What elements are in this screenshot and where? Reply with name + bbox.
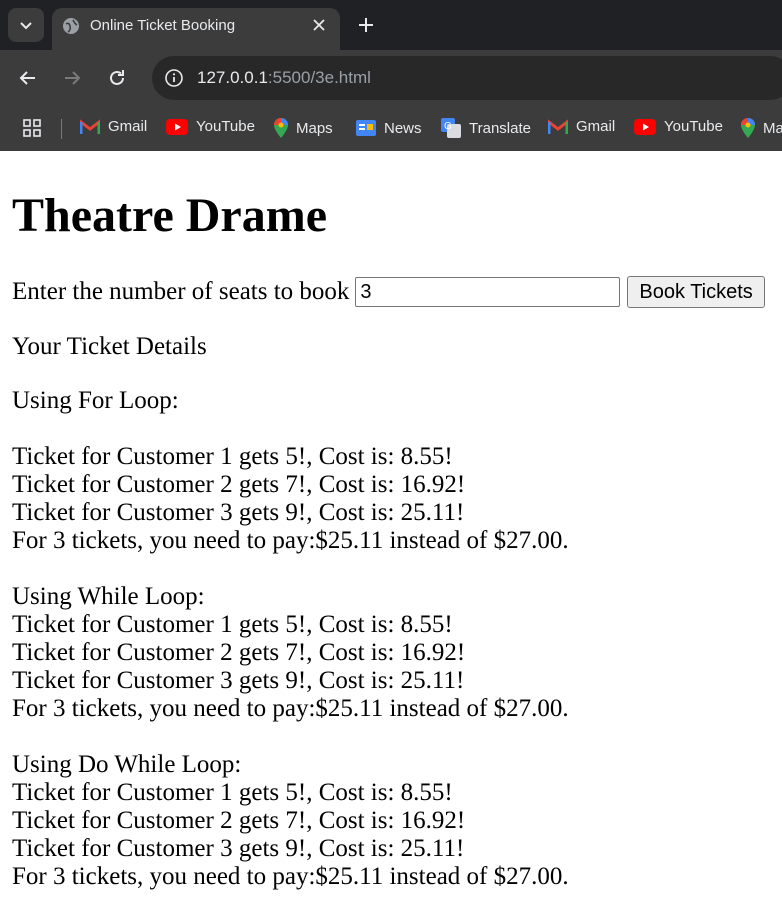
active-tab[interactable]: Online Ticket Booking [52,8,340,50]
close-tab-button[interactable] [310,16,328,34]
for-loop-heading: Using For Loop: [12,387,179,414]
output-total: For 3 tickets, you need to pay:$25.11 in… [12,695,569,722]
output-line: Ticket for Customer 1 gets 5!, Cost is: … [12,611,453,638]
gmail-icon [80,118,100,134]
output-line: Ticket for Customer 2 gets 7!, Cost is: … [12,639,466,666]
new-tab-button[interactable] [356,15,376,35]
ticket-output: Using For Loop: Ticket for Customer 1 ge… [12,387,569,891]
bookmark-youtube[interactable]: YouTube [166,118,255,135]
globe-icon [63,18,79,34]
apps-grid-icon [23,119,41,137]
bookmark-label: News [384,119,422,137]
reload-icon [110,70,124,85]
bookmark-label: YouTube [664,118,723,135]
output-line: Ticket for Customer 3 gets 9!, Cost is: … [12,667,465,694]
gmail-icon [548,118,568,134]
output-line: Ticket for Customer 3 gets 9!, Cost is: … [12,499,465,526]
tab-strip: Online Ticket Booking [0,0,782,50]
bookmark-maps[interactable]: Maps [274,118,333,138]
booking-form: Enter the number of seats to book Book T… [12,276,765,308]
svg-text:G: G [444,121,452,132]
bookmark-gmail-2[interactable]: Gmail [548,118,615,135]
apps-button[interactable] [22,118,42,138]
close-icon [313,19,325,31]
url-path: :5500/3e.html [267,68,371,87]
reload-button[interactable] [105,66,129,90]
chevron-down-icon [20,22,32,30]
bookmark-label: Translate [469,119,531,137]
maps-icon [274,118,288,138]
output-total: For 3 tickets, you need to pay:$25.11 in… [12,863,569,890]
bookmark-separator [61,119,62,139]
address-bar[interactable]: 127.0.0.1:5500/3e.html [152,56,782,100]
translate-icon: G [441,118,461,138]
ticket-details-heading: Your Ticket Details [12,333,207,360]
back-arrow-icon [19,71,35,85]
bookmark-news[interactable]: News [356,118,422,138]
seats-input[interactable] [355,277,621,307]
output-line: Ticket for Customer 2 gets 7!, Cost is: … [12,471,466,498]
bookmarks-bar: Gmail YouTube Maps News G Translate Gmai… [0,106,782,151]
site-info-icon[interactable] [164,68,184,88]
output-line: Ticket for Customer 2 gets 7!, Cost is: … [12,807,466,834]
output-line: Ticket for Customer 1 gets 5!, Cost is: … [12,443,453,470]
output-total: For 3 tickets, you need to pay:$25.11 in… [12,527,569,554]
bookmark-label: YouTube [196,118,255,135]
page-title: Theatre Drame [12,189,327,242]
forward-button[interactable] [60,66,84,90]
output-line: Ticket for Customer 1 gets 5!, Cost is: … [12,779,453,806]
url-text: 127.0.0.1:5500/3e.html [197,68,371,88]
browser-toolbar: 127.0.0.1:5500/3e.html [0,50,782,106]
while-loop-heading: Using While Loop: [12,583,205,610]
seats-prompt-label: Enter the number of seats to book [12,278,350,305]
maps-icon [741,118,755,138]
tab-title: Online Ticket Booking [90,17,236,34]
forward-arrow-icon [65,71,81,85]
news-icon [356,120,376,136]
do-while-loop-heading: Using Do While Loop: [12,751,242,778]
book-tickets-button[interactable]: Book Tickets [627,276,765,308]
bookmark-label: Maps [296,119,333,137]
back-button[interactable] [16,66,40,90]
output-line: Ticket for Customer 3 gets 9!, Cost is: … [12,835,465,862]
youtube-icon [166,118,188,135]
bookmark-gmail[interactable]: Gmail [80,118,147,135]
tab-search-button[interactable] [8,8,44,42]
bookmark-label: Gmail [108,118,148,135]
bookmark-label: Gmail [576,118,616,135]
bookmark-translate[interactable]: G Translate [441,118,531,138]
bookmark-maps-2[interactable]: Ma [741,118,782,138]
bookmark-youtube-2[interactable]: YouTube [634,118,723,135]
youtube-icon [634,118,656,135]
bookmark-label: Ma [763,119,782,137]
plus-icon [359,18,373,32]
url-host: 127.0.0.1 [197,68,268,87]
